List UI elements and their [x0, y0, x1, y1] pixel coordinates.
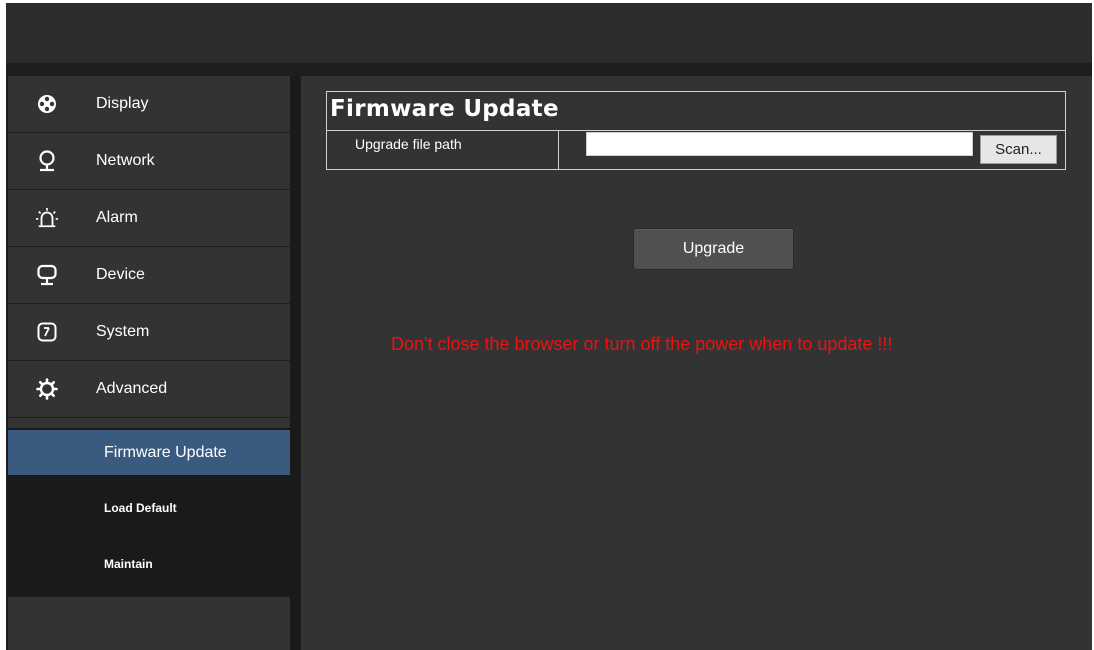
sidebar: Display Network Alarm Device System Adva…: [8, 76, 290, 650]
sidebar-item-label: Network: [96, 152, 155, 169]
sidebar-item-alarm[interactable]: Alarm: [8, 190, 290, 247]
app-window: Display Network Alarm Device System Adva…: [6, 3, 1092, 650]
display-icon: [36, 93, 58, 115]
page-title: Firmware Update: [330, 96, 559, 122]
gear-icon: [36, 378, 58, 400]
file-path-label-cell: Upgrade file path: [327, 131, 559, 170]
network-icon: [36, 150, 58, 172]
sidebar-item-network[interactable]: Network: [8, 133, 290, 190]
sidebar-divider: [290, 76, 300, 650]
submenu-item-firmware-update[interactable]: Firmware Update: [8, 430, 290, 475]
submenu-item-label: Firmware Update: [104, 443, 227, 461]
submenu-item-maintain[interactable]: Maintain: [8, 541, 290, 586]
sidebar-item-advanced[interactable]: Advanced: [8, 361, 290, 418]
system-icon: [36, 321, 58, 343]
sidebar-item-display[interactable]: Display: [8, 76, 290, 133]
alarm-icon: [36, 207, 58, 229]
file-path-row: Upgrade file path Scan...: [327, 130, 1065, 170]
file-path-label: Upgrade file path: [355, 136, 462, 152]
top-bar: [6, 3, 1092, 63]
sidebar-item-device[interactable]: Device: [8, 247, 290, 304]
sidebar-item-label: Alarm: [96, 209, 138, 226]
firmware-update-panel: Firmware Update Upgrade file path Scan..…: [326, 91, 1066, 170]
submenu-item-load-default[interactable]: Load Default: [8, 485, 290, 530]
sidebar-item-label: Device: [96, 266, 145, 283]
sidebar-item-label: Advanced: [96, 380, 168, 397]
upgrade-button[interactable]: Upgrade: [633, 228, 794, 270]
sidebar-footer: [8, 596, 290, 650]
sidebar-item-system[interactable]: System: [8, 304, 290, 361]
scan-button[interactable]: Scan...: [980, 135, 1057, 164]
sidebar-item-label: System: [96, 323, 150, 340]
device-icon: [36, 264, 58, 286]
sidebar-item-label: Display: [96, 95, 149, 112]
submenu-item-label: Maintain: [104, 556, 153, 571]
file-path-input[interactable]: [586, 132, 973, 156]
warning-message: Don't close the browser or turn off the …: [391, 334, 893, 354]
advanced-submenu: Firmware Update Load Default Maintain: [8, 428, 290, 596]
submenu-item-label: Load Default: [104, 500, 177, 515]
main-content: Firmware Update Upgrade file path Scan..…: [301, 76, 1092, 650]
